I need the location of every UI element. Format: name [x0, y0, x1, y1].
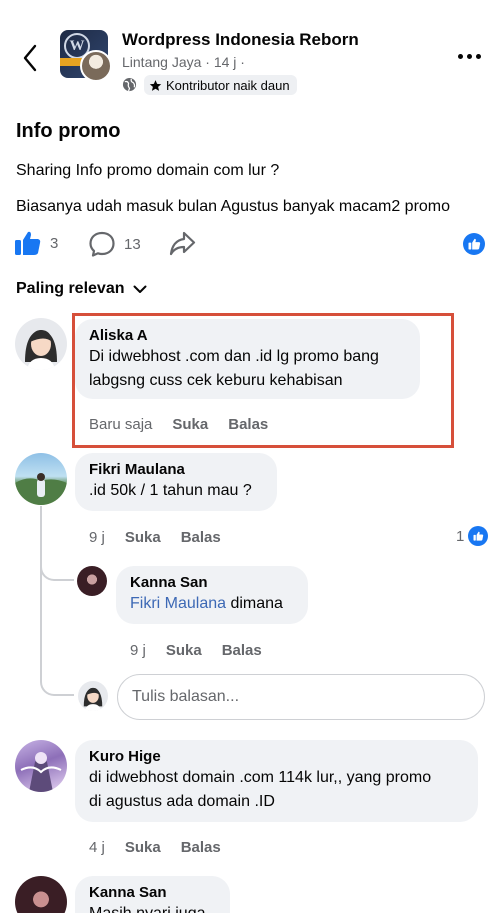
reply-bubble[interactable]: Kanna San Fikri Maulana dimana	[116, 566, 308, 624]
thumbs-up-icon	[473, 531, 484, 541]
comment-like-button[interactable]: Suka	[125, 529, 161, 546]
avatar[interactable]	[15, 740, 67, 792]
comment-bubble[interactable]: Kanna San Masih nyari juga	[75, 876, 230, 913]
back-arrow-icon	[23, 44, 37, 72]
chevron-down-icon	[133, 285, 146, 293]
like-reaction-icon	[468, 526, 489, 546]
thumbs-up-icon	[468, 238, 480, 250]
share-button[interactable]	[168, 230, 196, 256]
thumbs-up-icon	[15, 231, 41, 255]
author-avatar[interactable]	[80, 50, 112, 82]
like-button[interactable]: 3	[14, 230, 58, 256]
share-icon	[169, 231, 196, 256]
avatar[interactable]	[15, 876, 67, 913]
post-text-line: Biasanya udah masuk bulan Agustus banyak…	[16, 198, 451, 215]
comment-bubble[interactable]: Kuro Hige di idwebhost domain .com 114k …	[75, 740, 478, 822]
comment-reaction-count[interactable]: 1	[456, 526, 489, 546]
comment-text: Masih nyari juga	[89, 902, 216, 913]
avatar[interactable]	[77, 566, 107, 596]
comment-text: di idwebhost domain .com 114k lur,, yang…	[89, 769, 432, 786]
mention-link[interactable]: Fikri Maulana	[130, 595, 226, 612]
comment-text: .id 50k / 1 tahun mau ?	[89, 482, 252, 499]
more-icon	[457, 53, 463, 59]
post-meta: Lintang Jaya · 14 j ·	[122, 54, 245, 70]
comment-count: 13	[124, 235, 141, 253]
comment-reply-button[interactable]: Balas	[181, 839, 221, 856]
comment-actions: 4 j Suka Balas	[89, 839, 241, 856]
comment-button[interactable]: 13	[88, 230, 141, 258]
thread-connector	[40, 668, 74, 696]
reaction-count: 1	[456, 527, 465, 545]
reply-actions: 9 j Suka Balas	[130, 642, 282, 659]
reply-time: 9 j	[130, 642, 146, 659]
globe-icon	[122, 77, 137, 92]
avatar	[78, 681, 108, 711]
like-reaction-icon[interactable]	[463, 233, 485, 255]
reply-input[interactable]	[117, 674, 485, 720]
reply-reply-button[interactable]: Balas	[222, 642, 262, 659]
comment-icon	[89, 231, 115, 257]
like-count: 3	[50, 234, 59, 252]
avatar-photo	[15, 473, 67, 505]
more-options-button[interactable]	[452, 46, 486, 66]
badge-label: Kontributor naik daun	[166, 77, 290, 93]
thread-connector	[40, 555, 74, 581]
comment-reply-button[interactable]: Balas	[181, 529, 221, 546]
avatar-art	[20, 752, 62, 792]
group-name[interactable]: Wordpress Indonesia Reborn	[122, 30, 359, 50]
back-button[interactable]	[14, 40, 46, 76]
avatar-illustration	[83, 687, 103, 711]
avatar[interactable]	[15, 453, 67, 505]
comment-like-button[interactable]: Suka	[125, 839, 161, 856]
avatar[interactable]	[15, 318, 67, 370]
contributor-badge[interactable]: Kontributor naik daun	[144, 75, 297, 95]
sort-label: Paling relevan	[16, 280, 125, 297]
comment-time: 4 j	[89, 839, 105, 856]
comment-bubble[interactable]: Fikri Maulana .id 50k / 1 tahun mau ?	[75, 453, 277, 511]
comment-text: di agustus ada domain .ID	[89, 793, 275, 810]
reply-text: dimana	[226, 595, 283, 612]
star-icon	[149, 79, 162, 91]
comment-author[interactable]: Kanna San	[130, 574, 294, 591]
thread-line	[40, 580, 42, 670]
comment-actions: 9 j Suka Balas	[89, 529, 241, 546]
avatar-illustration	[25, 330, 57, 370]
post-text-line: Sharing Info promo domain com lur ?	[16, 162, 280, 179]
sort-dropdown[interactable]: Paling relevan	[16, 280, 147, 298]
post-title: Info promo	[16, 120, 121, 142]
highlight-box	[72, 313, 454, 448]
reply-like-button[interactable]: Suka	[166, 642, 202, 659]
comment-author[interactable]: Fikri Maulana	[89, 461, 263, 478]
comment-author[interactable]: Kanna San	[89, 884, 216, 901]
comment-author[interactable]: Kuro Hige	[89, 748, 464, 765]
comment-time: 9 j	[89, 529, 105, 546]
